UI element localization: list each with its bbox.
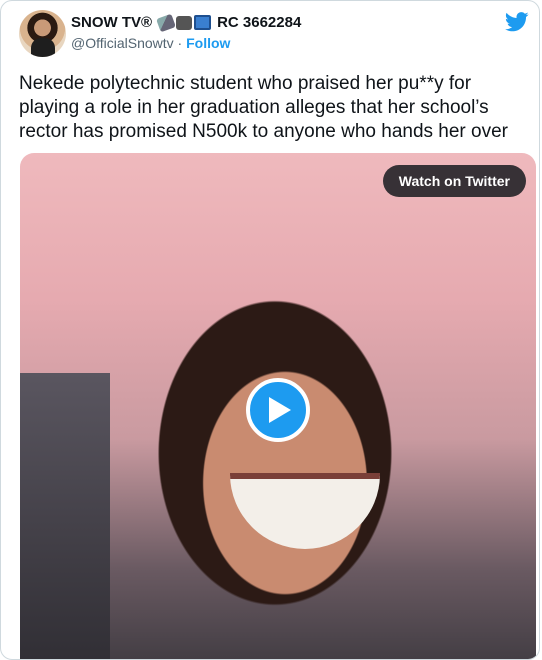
video-frame-detail	[230, 473, 380, 549]
author-handle-row: @OfficialSnowtv · Follow	[71, 35, 230, 51]
twitter-bird-icon[interactable]	[505, 12, 529, 32]
tweet-text: Nekede polytechnic student who praised h…	[19, 73, 508, 142]
video-background-detail	[20, 373, 110, 659]
television-icon	[194, 15, 212, 30]
movie-camera-icon	[176, 15, 193, 30]
avatar[interactable]	[19, 10, 66, 57]
author-name-row[interactable]: SNOW TV® RC 3662284	[71, 13, 302, 32]
tweet-card[interactable]: SNOW TV® RC 3662284 @OfficialSnowtv · Fo…	[0, 0, 540, 660]
author-handle[interactable]: @OfficialSnowtv	[71, 35, 174, 51]
tweet-header: SNOW TV® RC 3662284 @OfficialSnowtv · Fo…	[19, 10, 529, 60]
satellite-antenna-icon	[156, 13, 176, 32]
follow-link[interactable]: Follow	[186, 35, 230, 51]
play-icon	[269, 397, 291, 423]
video-player[interactable]: Watch on Twitter	[20, 153, 536, 659]
author-display-name[interactable]: SNOW TV®	[71, 14, 152, 31]
author-registration: RC 3662284	[217, 14, 302, 31]
author-emoji-group	[156, 13, 212, 32]
play-button[interactable]	[246, 378, 310, 442]
watch-on-twitter-button[interactable]: Watch on Twitter	[382, 165, 526, 197]
separator-dot: ·	[177, 35, 183, 51]
